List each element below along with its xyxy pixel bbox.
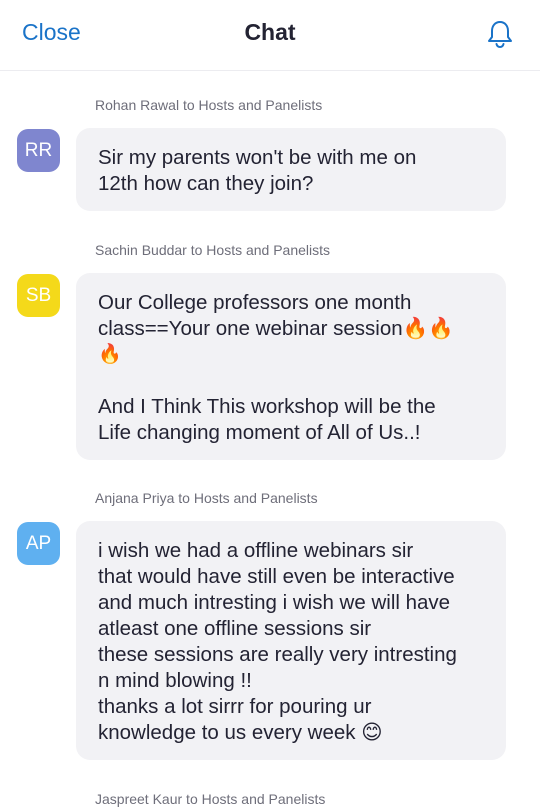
message-line: atleast one offline sessions sir	[98, 617, 372, 640]
chat-header: Close Chat	[0, 0, 540, 71]
avatar[interactable]: SB	[17, 274, 60, 317]
message-line: n mind blowing !!	[98, 669, 252, 692]
avatar[interactable]: AP	[17, 522, 60, 565]
message-bubble[interactable]: i wish we had a offline webinars sir tha…	[76, 521, 506, 760]
message-line: that would have still even be interactiv…	[98, 565, 455, 588]
message-line: thanks a lot sirrr for pouring ur	[98, 695, 372, 718]
message-bubble[interactable]: Our College professors one month class==…	[76, 273, 506, 460]
message-sender: Rohan Rawal to Hosts and Panelists	[95, 97, 323, 113]
message-line: i wish we had a offline webinars sir	[98, 539, 414, 562]
avatar[interactable]: RR	[17, 129, 60, 172]
message-line: and much intresting i wish we will have	[98, 591, 451, 614]
message-line	[98, 368, 486, 394]
message-line: knowledge to us every week 😊	[98, 721, 383, 744]
message-sender: Anjana Priya to Hosts and Panelists	[95, 490, 318, 506]
message-line: Life changing moment of All of Us..!	[98, 421, 421, 444]
message-line: 🔥	[98, 344, 122, 365]
message-line: 12th how can they join?	[98, 172, 314, 195]
bell-icon[interactable]	[484, 18, 516, 50]
message-sender: Sachin Buddar to Hosts and Panelists	[95, 242, 331, 258]
message-line: these sessions are really very intrestin…	[98, 643, 457, 666]
message-line: And I Think This workshop will be the	[98, 395, 436, 418]
message-line: Our College professors one month	[98, 291, 412, 314]
message-bubble[interactable]: Sir my parents won't be with me on 12th …	[76, 128, 506, 211]
message-line: Sir my parents won't be with me on	[98, 146, 417, 169]
message-line: class==Your one webinar session🔥🔥	[98, 317, 454, 340]
message-sender: Jaspreet Kaur to Hosts and Panelists	[95, 791, 326, 807]
page-title: Chat	[244, 19, 296, 45]
